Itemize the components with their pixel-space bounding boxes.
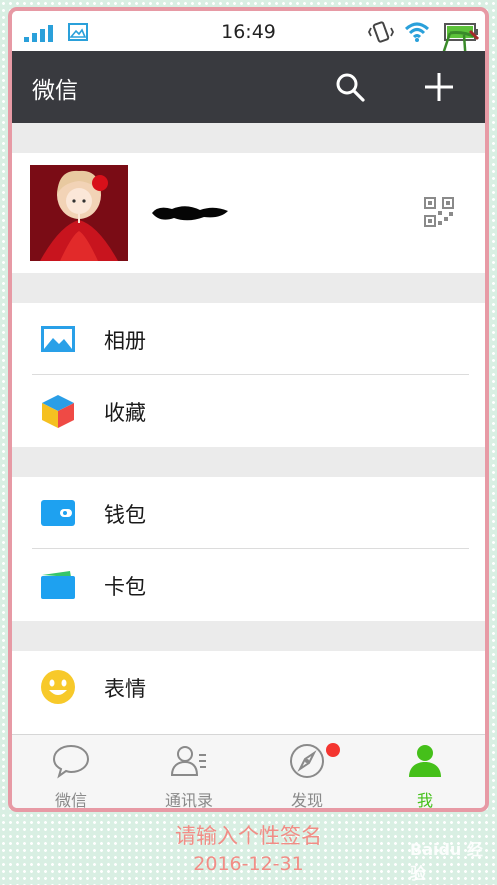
me-person-icon xyxy=(409,745,441,777)
baidu-watermark: Baidu 经验 xyxy=(410,840,483,883)
tab-label-contacts: 通讯录 xyxy=(164,791,213,810)
compass-icon xyxy=(290,744,324,778)
vibrate-icon xyxy=(368,21,394,43)
wallet-icon xyxy=(41,500,75,526)
tab-label-discover: 发现 xyxy=(290,791,323,810)
contacts-icon xyxy=(170,746,206,776)
tab-me[interactable]: 我 xyxy=(366,735,484,810)
smiley-icon xyxy=(41,670,75,704)
card-wallet-icon xyxy=(41,571,75,599)
tab-discover[interactable]: 发现 xyxy=(248,735,366,810)
menu-item-wallet[interactable]: 钱包 xyxy=(12,477,485,549)
chat-bubble-icon xyxy=(52,744,90,779)
new-activity-dot xyxy=(326,743,340,757)
tab-contacts[interactable]: 通讯录 xyxy=(130,735,248,810)
tab-label-me: 我 xyxy=(416,791,433,810)
tab-chats[interactable]: 微信 xyxy=(12,735,130,810)
bottom-tab-bar: 微信 通讯录 发现 我 xyxy=(12,734,485,808)
page-title: 微信 xyxy=(32,78,78,104)
menu-group-1: 相册 收藏 xyxy=(12,303,485,447)
title-bar: 微信 xyxy=(12,51,485,123)
favorites-cube-icon xyxy=(42,395,74,428)
redacted-nickname xyxy=(152,206,228,221)
menu-group-3: 表情 xyxy=(12,651,485,734)
menu-label-cards: 卡包 xyxy=(104,575,146,599)
menu-group-2: 钱包 卡包 xyxy=(12,477,485,621)
status-bar: 16:49 xyxy=(12,11,485,51)
search-icon[interactable] xyxy=(334,71,366,103)
menu-label-album: 相册 xyxy=(104,329,146,353)
menu-item-favorites[interactable]: 收藏 xyxy=(12,375,485,447)
add-icon[interactable] xyxy=(423,71,455,103)
menu-label-wallet: 钱包 xyxy=(104,503,146,527)
phone-frame: 16:49 微信 相册 收藏 钱包 卡包 表情 微信 通讯录 发现 我 xyxy=(8,7,489,812)
menu-item-stickers[interactable]: 表情 xyxy=(12,651,485,723)
menu-label-favorites: 收藏 xyxy=(104,401,146,425)
menu-label-stickers: 表情 xyxy=(104,677,146,701)
qr-code-icon[interactable] xyxy=(424,197,454,227)
avatar xyxy=(30,165,128,261)
menu-item-cards[interactable]: 卡包 xyxy=(12,549,485,621)
tab-label-chats: 微信 xyxy=(54,791,87,810)
menu-item-album[interactable]: 相册 xyxy=(12,303,485,375)
profile-card[interactable] xyxy=(12,153,485,273)
album-icon xyxy=(41,326,75,352)
me-page-content: 相册 收藏 钱包 卡包 表情 xyxy=(12,123,485,734)
